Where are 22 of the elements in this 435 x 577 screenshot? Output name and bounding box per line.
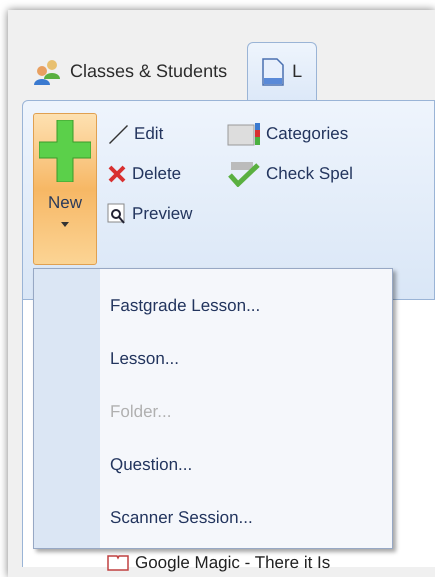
document-icon xyxy=(262,58,284,86)
spell-check-icon xyxy=(227,161,261,187)
tab[interactable]: Classes & Students xyxy=(22,42,238,100)
ribbon-command[interactable]: Delete xyxy=(107,161,217,187)
categories-icon xyxy=(227,122,261,146)
tree-item[interactable]: Google Magic - There it Is xyxy=(135,550,330,576)
new-button[interactable]: New xyxy=(33,113,97,265)
menu-item[interactable]: Lesson... xyxy=(110,344,260,374)
delete-icon xyxy=(107,164,127,184)
ribbon-command[interactable]: Edit xyxy=(107,121,217,147)
ribbon-command[interactable]: Preview xyxy=(107,201,217,227)
ribbon-command[interactable]: Check Spel xyxy=(227,161,353,187)
tab[interactable]: L xyxy=(247,42,318,100)
menu-item[interactable]: Question... xyxy=(110,450,260,480)
plus-icon xyxy=(39,120,91,182)
people-icon xyxy=(32,57,62,85)
pen-icon xyxy=(107,123,129,145)
menu-item[interactable]: Scanner Session... xyxy=(110,503,260,533)
ribbon-command[interactable]: Categories xyxy=(227,121,353,147)
menu-item[interactable]: Fastgrade Lesson... xyxy=(110,291,260,321)
preview-icon xyxy=(107,203,127,225)
caret-icon xyxy=(61,222,69,226)
